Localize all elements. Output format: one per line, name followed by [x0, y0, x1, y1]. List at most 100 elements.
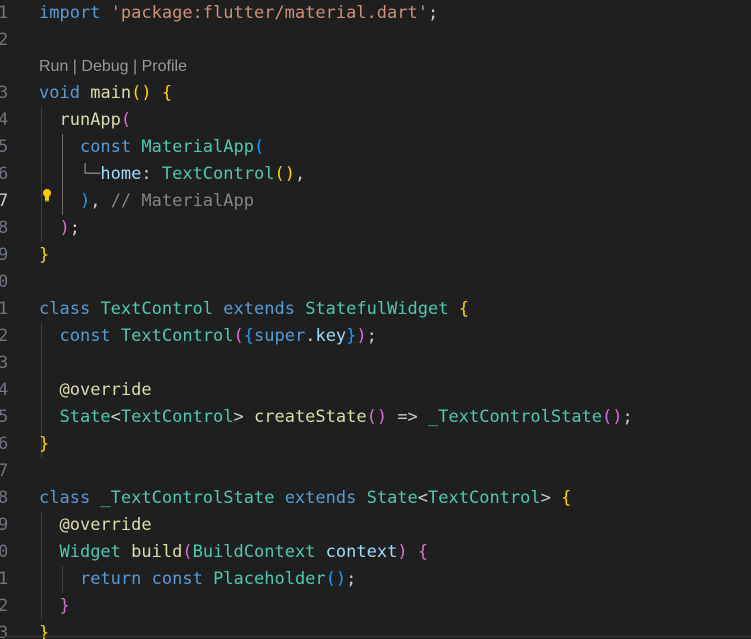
line-number: 0	[0, 542, 9, 562]
code-token: Placeholder	[213, 569, 326, 589]
code-token: context	[325, 542, 398, 562]
code-token: .	[305, 326, 316, 346]
code-text: void main() {	[39, 80, 172, 107]
code-text: class _TextControlState extends State<Te…	[39, 485, 571, 512]
code-line[interactable]: 2 const TextControl({super.key});	[0, 323, 751, 350]
code-token: TextControl	[161, 164, 275, 184]
code-token: () {	[131, 83, 173, 103]
code-token: State	[366, 488, 418, 508]
line-number: 3	[0, 83, 9, 103]
code-line[interactable]: 5 const MaterialApp(	[0, 134, 751, 161]
line-number: 5	[0, 137, 9, 157]
code-text: class TextControl extends StatefulWidget…	[39, 296, 469, 323]
code-token: >	[233, 407, 254, 427]
code-text: Widget build(BuildContext context) {	[39, 539, 428, 566]
code-line[interactable]: 5 State<TextControl> createState() => _T…	[0, 404, 751, 431]
code-line[interactable]: 1 class TextControl extends StatefulWidge…	[0, 296, 751, 323]
line-number: 1	[0, 569, 9, 589]
code-text: runApp(	[39, 107, 131, 134]
line-number: 7	[0, 461, 9, 481]
code-token: State	[59, 407, 111, 427]
code-token: ,	[294, 164, 306, 184]
code-text: ), // MaterialApp	[39, 188, 254, 215]
code-line[interactable]: 7	[0, 458, 751, 485]
lightbulb-icon[interactable]	[42, 188, 52, 202]
code-token: ()	[366, 407, 388, 427]
code-line[interactable]: 0	[0, 269, 751, 296]
code-line[interactable]: 8 );	[0, 215, 751, 242]
line-number: 9	[0, 245, 9, 265]
code-token: 'package:flutter/material.dart'	[110, 3, 428, 23]
line-number: 1	[0, 3, 9, 23]
code-text: @override	[39, 512, 152, 539]
line-number: 8	[0, 488, 9, 508]
code-line[interactable]: 2 }	[0, 593, 751, 620]
line-number: 2	[0, 326, 9, 346]
code-line[interactable]: 6}	[0, 431, 751, 458]
editor-bottom-border	[0, 636, 751, 637]
code-line[interactable]: 2	[0, 27, 751, 54]
code-line[interactable]: 6 └─home: TextControl(),	[0, 161, 751, 188]
code-token: key	[315, 326, 347, 346]
code-token: @override	[59, 515, 152, 535]
code-token: const	[79, 137, 132, 157]
code-token: home	[100, 164, 142, 184]
code-line[interactable]: 4 @override	[0, 377, 751, 404]
codelens-run[interactable]: Run	[39, 58, 68, 75]
code-line[interactable]: 3 void main() {	[0, 80, 751, 107]
code-line[interactable]: 0 Widget build(BuildContext context) {	[0, 539, 751, 566]
code-token: <	[417, 488, 429, 508]
line-number: 6	[0, 434, 9, 454]
codelens: Run | Debug | Profile	[39, 53, 187, 80]
code-line[interactable]: 8 class _TextControlState extends State<T…	[0, 485, 751, 512]
code-token: main	[90, 83, 132, 103]
code-token: ;	[69, 218, 80, 238]
code-token: └─	[39, 164, 101, 184]
code-token: <	[110, 407, 121, 427]
code-token: {	[550, 488, 572, 508]
code-token: {	[407, 542, 429, 562]
code-text: const TextControl({super.key});	[39, 323, 376, 350]
code-text: └─home: TextControl(),	[39, 161, 305, 188]
code-token: _TextControlState	[100, 488, 275, 508]
codelens-separator: |	[68, 58, 82, 75]
code-line[interactable]: 4 runApp(	[0, 107, 751, 134]
line-number: 1	[0, 299, 9, 319]
code-text: );	[39, 215, 80, 242]
line-number: 8	[0, 218, 9, 238]
line-number: 7	[0, 191, 9, 211]
line-number: 5	[0, 407, 9, 427]
code-token: )	[59, 218, 70, 238]
code-token: ;	[346, 569, 357, 589]
line-number: 4	[0, 380, 9, 400]
code-token: :	[141, 164, 162, 184]
code-line[interactable]: 7 ), // MaterialApp	[0, 188, 751, 215]
code-token: TextControl	[120, 326, 234, 346]
code-line[interactable]: 1 return const Placeholder();	[0, 566, 751, 593]
codelens-debug[interactable]: Debug	[81, 58, 128, 75]
line-number: 3	[0, 353, 9, 373]
code-token: {	[448, 299, 469, 319]
code-token: >	[540, 488, 551, 508]
codelens-profile[interactable]: Profile	[142, 58, 187, 75]
code-token: TextControl	[428, 488, 541, 508]
code-token: extends	[223, 299, 295, 319]
code-line[interactable]: 1 import 'package:flutter/material.dart';	[0, 0, 751, 27]
code-line[interactable]: 3	[0, 350, 751, 377]
code-editor[interactable]: Run | Debug | Profile 1 import 'package:f…	[0, 0, 751, 639]
code-token: _TextControlState	[428, 407, 603, 427]
code-token: const	[59, 326, 111, 346]
code-line[interactable]: 9}	[0, 242, 751, 269]
code-line[interactable]: 9 @override	[0, 512, 751, 539]
